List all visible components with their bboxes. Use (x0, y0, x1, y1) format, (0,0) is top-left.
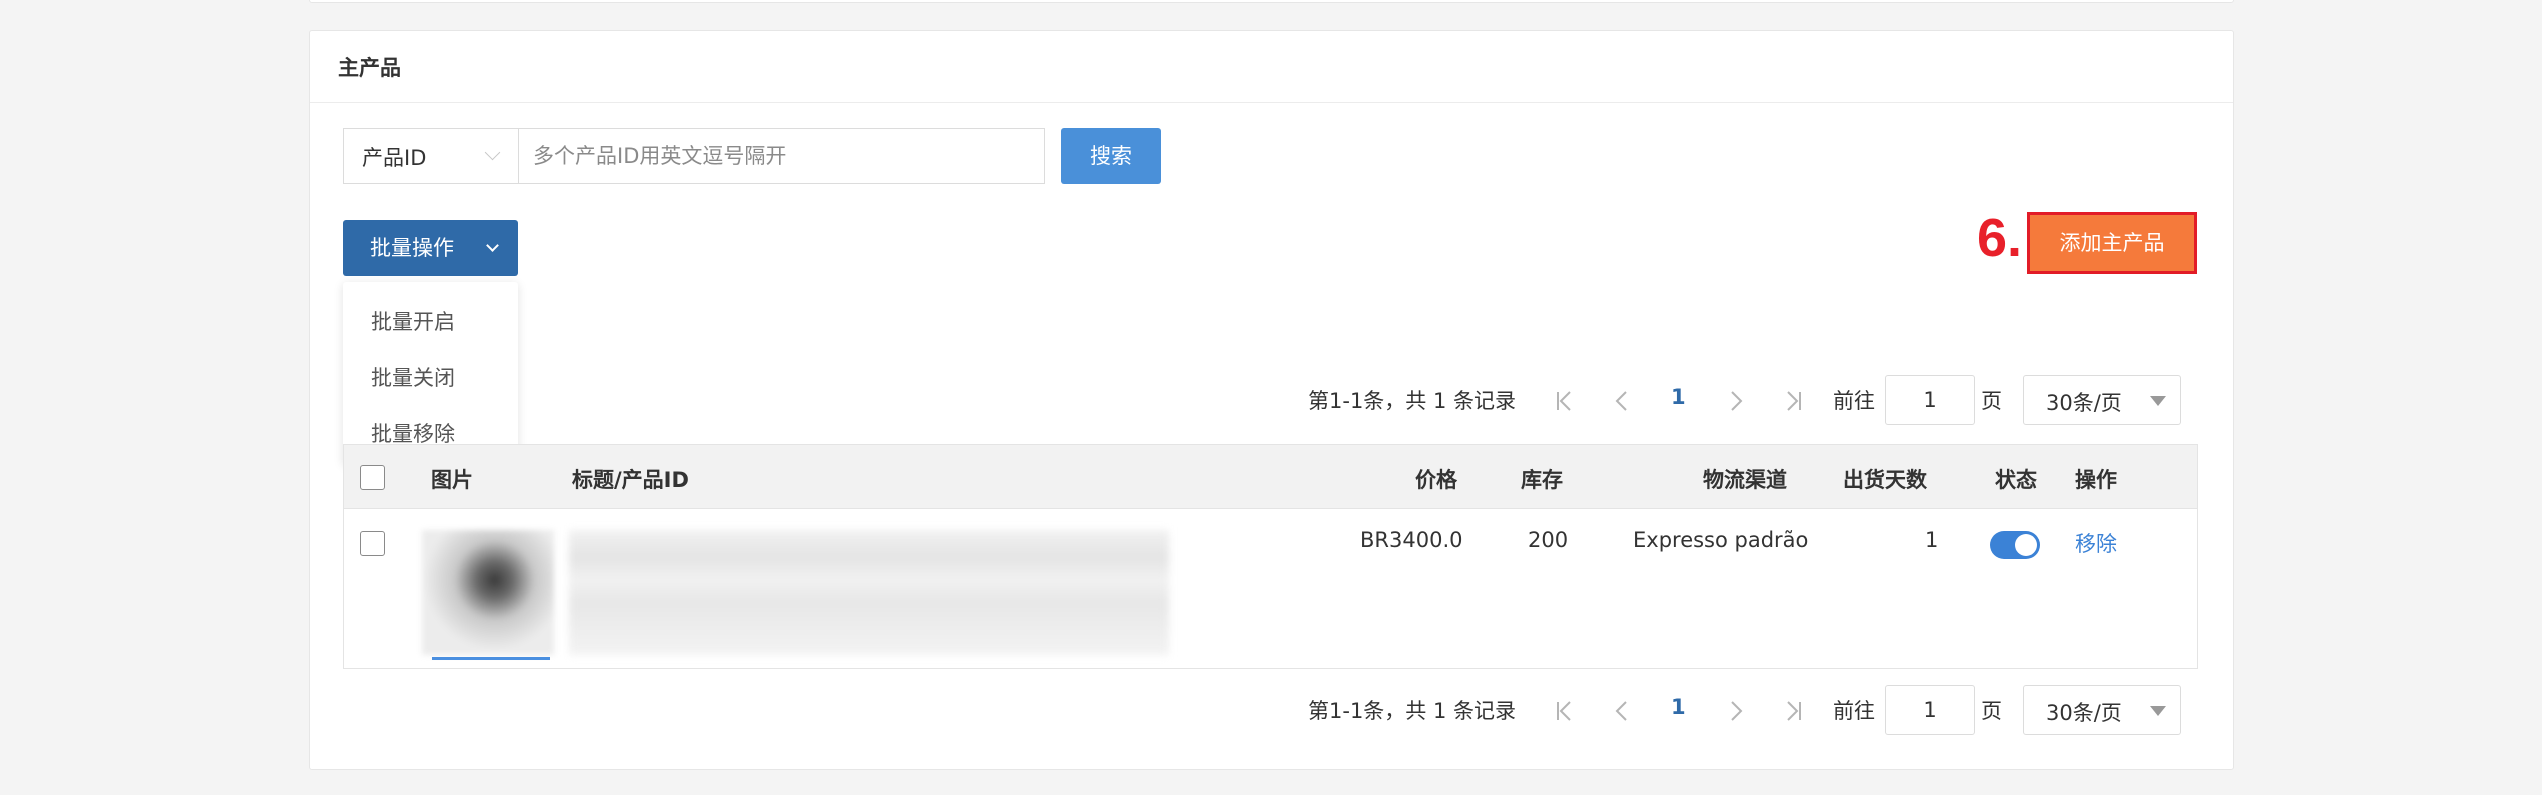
product-thumbnail (422, 530, 554, 655)
goto-label: 前往 (1833, 699, 1875, 723)
toggle-knob (2015, 534, 2037, 556)
prev-page-icon[interactable] (1610, 699, 1634, 723)
header-action: 操作 (2075, 468, 2117, 492)
main-product-card: 主产品 产品ID 搜索 批量操作 批量开启 批量关闭 批量移除 6. 添加主产品… (309, 30, 2234, 770)
goto-page-input[interactable] (1885, 375, 1975, 425)
page-size-select[interactable]: 30条/页 (2023, 685, 2181, 735)
pagination-bottom: 第1-1条，共 1 条记录 1 前往 页 30条/页 (310, 685, 2233, 735)
next-page-icon[interactable] (1724, 699, 1748, 723)
header-days: 出货天数 (1843, 468, 1927, 492)
last-page-icon[interactable] (1781, 389, 1805, 413)
batch-operations-label: 批量操作 (370, 236, 454, 260)
first-page-icon[interactable] (1553, 389, 1577, 413)
page-size-select[interactable]: 30条/页 (2023, 375, 2181, 425)
dropdown-arrow-icon (2150, 396, 2166, 406)
current-page[interactable]: 1 (1671, 695, 1686, 719)
step-annotation: 6. (1977, 208, 2023, 268)
page-unit-label: 页 (1981, 389, 2002, 413)
header-channel: 物流渠道 (1703, 468, 1787, 492)
row-stock: 200 (1528, 528, 1569, 552)
row-days: 1 (1925, 528, 1939, 552)
product-id-search-input[interactable] (518, 128, 1045, 184)
menu-item-batch-enable[interactable]: 批量开启 (343, 294, 518, 350)
batch-operations-button[interactable]: 批量操作 (343, 220, 518, 276)
header-title: 标题/产品ID (572, 468, 689, 492)
page: 主产品 产品ID 搜索 批量操作 批量开启 批量关闭 批量移除 6. 添加主产品… (0, 0, 2542, 795)
header-status: 状态 (1995, 468, 2037, 492)
card-header: 主产品 (310, 31, 2233, 103)
row-channel: Expresso padrão (1633, 528, 1809, 552)
goto-page-input[interactable] (1885, 685, 1975, 735)
header-image: 图片 (431, 468, 473, 492)
search-field-select[interactable]: 产品ID (343, 128, 518, 184)
table-header: 图片 标题/产品ID 价格 库存 物流渠道 出货天数 状态 操作 (344, 445, 2197, 509)
page-size-value: 30条/页 (2046, 391, 2122, 415)
row-checkbox[interactable] (360, 531, 385, 556)
status-toggle[interactable] (1990, 531, 2040, 559)
current-page[interactable]: 1 (1671, 385, 1686, 409)
product-title-blurred (569, 530, 1169, 655)
search-button[interactable]: 搜索 (1061, 128, 1161, 184)
product-table: 图片 标题/产品ID 价格 库存 物流渠道 出货天数 状态 操作 BR3400.… (343, 444, 2198, 669)
row-price: BR3400.0 (1360, 528, 1463, 552)
chevron-down-icon (486, 239, 499, 252)
dropdown-arrow-icon (2150, 706, 2166, 716)
pagination-summary: 第1-1条，共 1 条记录 (1308, 389, 1517, 413)
batch-operations-menu: 批量开启 批量关闭 批量移除 (343, 282, 518, 464)
previous-card (309, 0, 2234, 3)
chevron-down-icon (484, 144, 501, 161)
add-main-product-button[interactable]: 添加主产品 (2027, 212, 2197, 274)
remove-link[interactable]: 移除 (2075, 528, 2117, 558)
header-price: 价格 (1415, 468, 1457, 492)
thumbnail-underline (432, 657, 550, 660)
prev-page-icon[interactable] (1610, 389, 1634, 413)
header-stock: 库存 (1521, 468, 1563, 492)
next-page-icon[interactable] (1724, 389, 1748, 413)
page-size-value: 30条/页 (2046, 701, 2122, 725)
search-field-label: 产品ID (362, 146, 427, 170)
page-unit-label: 页 (1981, 699, 2002, 723)
select-all-checkbox[interactable] (360, 465, 385, 490)
first-page-icon[interactable] (1553, 699, 1577, 723)
pagination-top: 第1-1条，共 1 条记录 1 前往 页 30条/页 (310, 375, 2233, 425)
pagination-summary: 第1-1条，共 1 条记录 (1308, 699, 1517, 723)
goto-label: 前往 (1833, 389, 1875, 413)
last-page-icon[interactable] (1781, 699, 1805, 723)
card-title: 主产品 (338, 56, 401, 80)
